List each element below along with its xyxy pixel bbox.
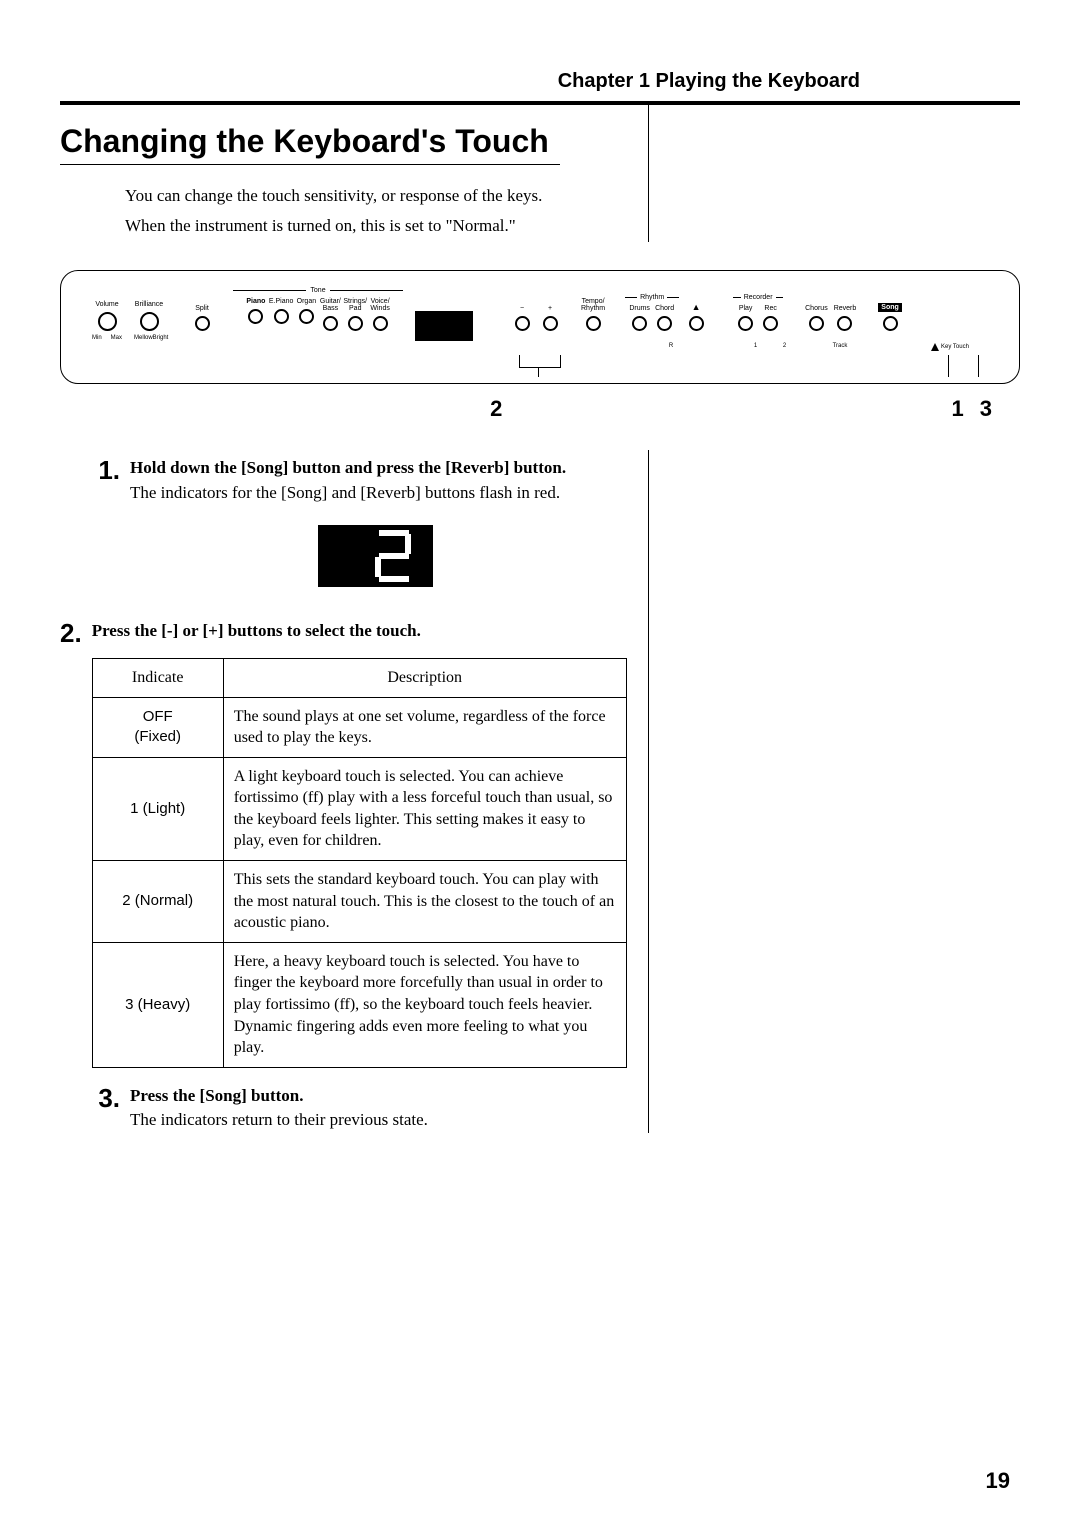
panel-chord: Chord <box>655 305 674 312</box>
cell-desc: The sound plays at one set volume, regar… <box>223 697 626 757</box>
callout-3: 3 <box>980 396 992 422</box>
page-heading: Changing the Keyboard's Touch <box>60 123 620 160</box>
panel-max: Max <box>111 335 122 341</box>
table-row: OFF (Fixed) The sound plays at one set v… <box>92 697 626 757</box>
table-row: 1 (Light) A light keyboard touch is sele… <box>92 757 626 860</box>
track-2: 2 <box>783 343 786 351</box>
th-indicate: Indicate <box>92 658 223 697</box>
play-button-icon <box>738 316 753 331</box>
chapter-label: Chapter 1 Playing the Keyboard <box>60 70 1020 93</box>
panel-lcd-icon <box>415 311 473 341</box>
panel-rec: Rec <box>764 305 776 312</box>
keytouch-label: Key Touch <box>941 344 969 350</box>
metronome-button-icon <box>689 316 704 331</box>
cell-indicate: 3 (Heavy) <box>92 942 223 1067</box>
tempo-button-icon <box>586 316 601 331</box>
tone-btn-icon <box>323 316 338 331</box>
cell-indicate: 1 (Light) <box>92 757 223 860</box>
seven-segment-icon <box>373 530 415 582</box>
panel-min: Min <box>92 335 102 341</box>
callout-2: 2 <box>490 396 502 422</box>
intro-line: You can change the touch sensitivity, or… <box>125 183 620 209</box>
panel-label-split: Split <box>195 305 209 312</box>
step-number: 1. <box>60 456 130 613</box>
metronome-icon: ▲ <box>692 302 701 312</box>
panel-tone-piano: Piano <box>246 298 265 305</box>
cell-desc: Here, a heavy keyboard touch is selected… <box>223 942 626 1067</box>
panel-tone-organ: Organ <box>297 298 316 305</box>
steps-section: 1. Hold down the [Song] button and press… <box>60 450 1020 1133</box>
panel-tone-strings: Strings/ Pad <box>343 298 367 312</box>
tone-btn-icon <box>299 309 314 324</box>
drums-button-icon <box>632 316 647 331</box>
lcd-display <box>318 525 433 587</box>
step-3: 3. Press the [Song] button. The indicato… <box>60 1084 620 1133</box>
panel-rhythm-group: Rhythm <box>640 294 664 301</box>
top-rule-section: Changing the Keyboard's Touch You can ch… <box>60 101 1020 242</box>
step-1: 1. Hold down the [Song] button and press… <box>60 456 620 613</box>
track-r: R <box>669 343 673 351</box>
step-title: Press the [-] or [+] buttons to select t… <box>92 619 627 644</box>
arrow-up-icon <box>931 343 939 351</box>
split-button-icon <box>195 316 210 331</box>
track-1: 1 <box>754 343 757 351</box>
panel-recorder-group: Recorder <box>744 294 773 301</box>
intro-line: When the instrument is turned on, this i… <box>125 213 620 239</box>
chorus-button-icon <box>809 316 824 331</box>
panel-play: Play <box>739 305 753 312</box>
panel-song: Song <box>878 303 902 312</box>
plus-button-icon <box>543 316 558 331</box>
panel-tempo: Tempo/ Rhythm <box>581 298 605 312</box>
step-2: 2. Press the [-] or [+] buttons to selec… <box>60 619 620 1068</box>
step-number: 3. <box>60 1084 130 1133</box>
panel-tone-voice: Voice/ Winds <box>370 298 389 312</box>
table-row: 3 (Heavy) Here, a heavy keyboard touch i… <box>92 942 626 1067</box>
callout-1: 1 <box>952 396 964 422</box>
panel-callouts: . 2 1 3 <box>60 390 1020 422</box>
step-title: Press the [Song] button. <box>130 1084 620 1109</box>
song-button-icon <box>883 316 898 331</box>
chord-button-icon <box>657 316 672 331</box>
step-title: Hold down the [Song] button and press th… <box>130 456 620 481</box>
volume-knob-icon <box>98 312 117 331</box>
panel-label-brilliance: Brilliance <box>135 301 163 308</box>
tone-btn-icon <box>274 309 289 324</box>
th-description: Description <box>223 658 626 697</box>
rec-button-icon <box>763 316 778 331</box>
panel-chorus: Chorus <box>805 305 828 312</box>
panel-bright: Bright <box>153 335 169 341</box>
tone-btn-icon <box>348 316 363 331</box>
tone-btn-icon <box>248 309 263 324</box>
panel-minus: − <box>520 305 524 312</box>
page: Chapter 1 Playing the Keyboard Changing … <box>0 0 1080 1528</box>
cell-indicate: OFF (Fixed) <box>92 697 223 757</box>
minus-button-icon <box>515 316 530 331</box>
page-number: 19 <box>986 1468 1010 1494</box>
panel-tone-epiano: E.Piano <box>269 298 294 305</box>
panel-tone-guitar: Guitar/ Bass <box>320 298 341 312</box>
cell-desc: This sets the standard keyboard touch. Y… <box>223 861 626 943</box>
panel-plus: + <box>548 305 552 312</box>
tone-btn-icon <box>373 316 388 331</box>
panel-diagram: Volume Min Max Brilliance Mellow Bright … <box>60 270 1020 384</box>
track-label: Track <box>833 343 848 349</box>
intro-text: You can change the touch sensitivity, or… <box>125 183 620 238</box>
panel-tone-group: Tone <box>310 287 325 294</box>
table-row: 2 (Normal) This sets the standard keyboa… <box>92 861 626 943</box>
panel-reverb: Reverb <box>834 305 857 312</box>
cell-indicate: 2 (Normal) <box>92 861 223 943</box>
panel-label-volume: Volume <box>95 301 118 308</box>
cell-desc: A light keyboard touch is selected. You … <box>223 757 626 860</box>
panel-drums: Drums <box>629 305 650 312</box>
touch-table: Indicate Description OFF (Fixed) The sou… <box>92 658 627 1068</box>
heading-underline <box>60 164 560 165</box>
step-body-text: The indicators for the [Song] and [Rever… <box>130 481 620 506</box>
brilliance-knob-icon <box>140 312 159 331</box>
step-number: 2. <box>60 619 92 1068</box>
reverb-button-icon <box>837 316 852 331</box>
step-body-text: The indicators return to their previous … <box>130 1108 620 1133</box>
panel-mellow: Mellow <box>134 335 153 341</box>
